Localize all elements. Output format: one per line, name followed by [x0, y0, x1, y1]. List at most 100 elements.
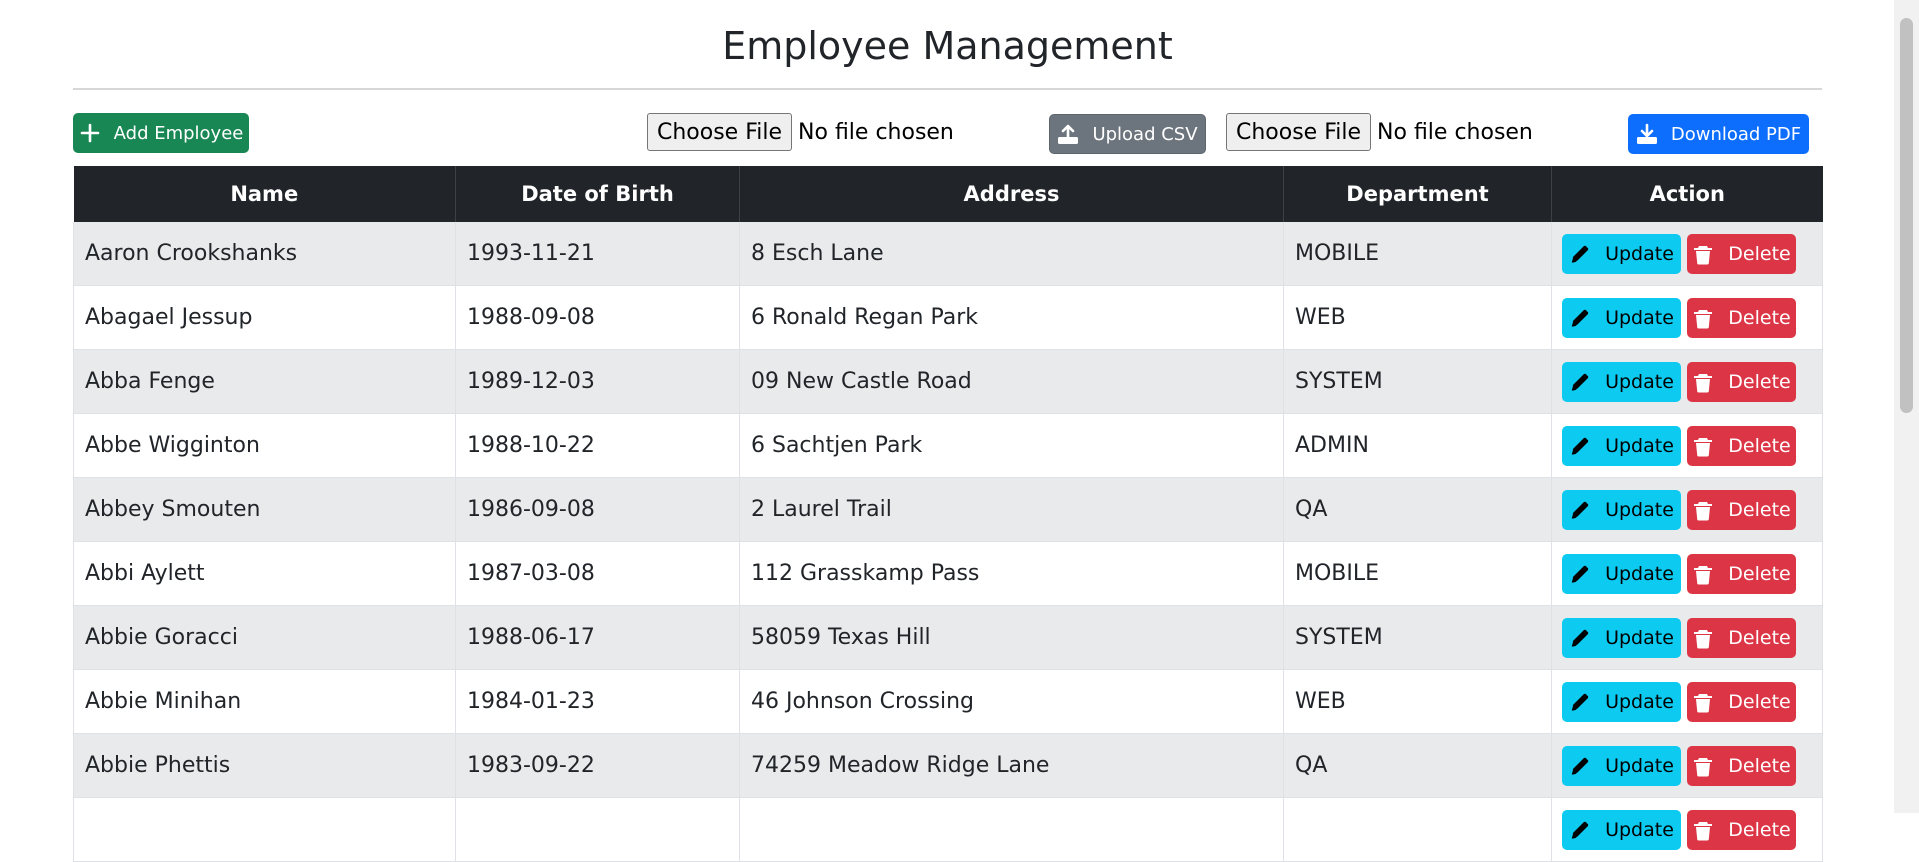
column-header-department: Department	[1283, 166, 1552, 222]
cell-department: ADMIN	[1283, 413, 1552, 478]
delete-button[interactable]: Delete	[1687, 297, 1796, 338]
choose-file-button-2[interactable]: Choose File	[1226, 113, 1372, 151]
column-header-dob: Date of Birth	[455, 166, 740, 222]
file-status-2: No file chosen	[1377, 119, 1533, 145]
trash-icon	[1692, 755, 1714, 777]
update-button[interactable]: Update	[1562, 489, 1681, 530]
upload-icon	[1057, 123, 1079, 145]
file-input-1[interactable]: Choose File No file chosen	[647, 112, 954, 152]
cell-address	[739, 797, 1284, 862]
update-button[interactable]: Update	[1562, 233, 1681, 274]
scrollbar-thumb[interactable]	[1900, 18, 1913, 413]
cell-dob: 1988-06-17	[455, 605, 740, 670]
table-row: Abba Fenge 1989-12-03 09 New Castle Road SY…	[73, 349, 1823, 414]
cell-action: Update Delete	[1551, 413, 1823, 478]
cell-dob: 1983-09-22	[455, 733, 740, 798]
delete-button[interactable]: Delete	[1687, 617, 1796, 658]
column-header-action: Action	[1551, 166, 1823, 222]
delete-button[interactable]: Delete	[1687, 681, 1796, 722]
update-label: Update	[1605, 498, 1674, 521]
update-label: Update	[1605, 562, 1674, 585]
delete-button[interactable]: Delete	[1687, 809, 1796, 850]
cell-address: 6 Ronald Regan Park	[739, 285, 1284, 350]
delete-button[interactable]: Delete	[1687, 553, 1796, 594]
table-header-row: Name Date of Birth Address Department Ac…	[73, 166, 1823, 222]
table-row: Abbie Minihan 1984-01-23 46 Johnson Crossi…	[73, 669, 1823, 734]
cell-address: 46 Johnson Crossing	[739, 669, 1284, 734]
delete-label: Delete	[1728, 562, 1791, 585]
cell-name: Abbi Aylett	[73, 541, 456, 606]
cell-name: Abagael Jessup	[73, 285, 456, 350]
update-button[interactable]: Update	[1562, 361, 1681, 402]
download-pdf-button[interactable]: Download PDF	[1628, 114, 1809, 154]
choose-file-button-1[interactable]: Choose File	[647, 113, 793, 151]
update-button[interactable]: Update	[1562, 425, 1681, 466]
cell-action: Update Delete	[1551, 222, 1823, 286]
delete-button[interactable]: Delete	[1687, 745, 1796, 786]
cell-address: 74259 Meadow Ridge Lane	[739, 733, 1284, 798]
file-status-1: No file chosen	[798, 119, 954, 145]
add-employee-button[interactable]: Add Employee	[73, 113, 249, 153]
file-input-2[interactable]: Choose File No file chosen	[1226, 112, 1533, 152]
cell-action: Update Delete	[1551, 541, 1823, 606]
vertical-scrollbar[interactable]	[1894, 0, 1919, 813]
update-button[interactable]: Update	[1562, 809, 1681, 850]
cell-action: Update Delete	[1551, 733, 1823, 798]
cell-name: Abba Fenge	[73, 349, 456, 414]
cell-department: WEB	[1283, 669, 1552, 734]
pencil-icon	[1569, 563, 1591, 585]
cell-department: WEB	[1283, 285, 1552, 350]
update-label: Update	[1605, 306, 1674, 329]
column-header-name: Name	[73, 166, 456, 222]
cell-action: Update Delete	[1551, 669, 1823, 734]
cell-address: 2 Laurel Trail	[739, 477, 1284, 542]
update-button[interactable]: Update	[1562, 617, 1681, 658]
download-pdf-label: Download PDF	[1670, 123, 1802, 145]
cell-department: MOBILE	[1283, 222, 1552, 286]
table-row: Abbi Aylett 1987-03-08 112 Grasskamp Pass M…	[73, 541, 1823, 606]
delete-button[interactable]: Delete	[1687, 361, 1796, 402]
page-title: Employee Management	[722, 24, 1173, 68]
table-row: Update Delete	[73, 797, 1823, 862]
download-icon	[1636, 123, 1658, 145]
table-row: Abagael Jessup 1988-09-08 6 Ronald Regan P…	[73, 285, 1823, 350]
cell-dob: 1987-03-08	[455, 541, 740, 606]
delete-button[interactable]: Delete	[1687, 425, 1796, 466]
trash-icon	[1692, 435, 1714, 457]
update-button[interactable]: Update	[1562, 681, 1681, 722]
table-row: Abbe Wigginton 1988-10-22 6 Sachtjen Park A…	[73, 413, 1823, 478]
delete-label: Delete	[1728, 306, 1791, 329]
update-label: Update	[1605, 370, 1674, 393]
table-row: Abbie Phettis 1983-09-22 74259 Meadow Ridg…	[73, 733, 1823, 798]
update-label: Update	[1605, 434, 1674, 457]
delete-button[interactable]: Delete	[1687, 489, 1796, 530]
cell-name	[73, 797, 456, 862]
update-button[interactable]: Update	[1562, 745, 1681, 786]
title-divider	[73, 88, 1822, 90]
cell-department: MOBILE	[1283, 541, 1552, 606]
cell-dob: 1993-11-21	[455, 222, 740, 286]
pencil-icon	[1569, 499, 1591, 521]
upload-csv-button[interactable]: Upload CSV	[1049, 114, 1206, 154]
plus-icon	[79, 122, 101, 144]
cell-action: Update Delete	[1551, 797, 1823, 862]
pencil-icon	[1569, 435, 1591, 457]
table-body: Aaron Crookshanks 1993-11-21 8 Esch Lane MO…	[73, 222, 1823, 862]
cell-action: Update Delete	[1551, 285, 1823, 350]
cell-name: Abbe Wigginton	[73, 413, 456, 478]
cell-department: QA	[1283, 733, 1552, 798]
table-row: Abbie Goracci 1988-06-17 58059 Texas Hill S…	[73, 605, 1823, 670]
update-label: Update	[1605, 818, 1674, 841]
cell-department: SYSTEM	[1283, 605, 1552, 670]
update-label: Update	[1605, 626, 1674, 649]
update-label: Update	[1605, 242, 1674, 265]
trash-icon	[1692, 371, 1714, 393]
trash-icon	[1692, 563, 1714, 585]
update-button[interactable]: Update	[1562, 297, 1681, 338]
cell-address: 8 Esch Lane	[739, 222, 1284, 286]
delete-label: Delete	[1728, 242, 1791, 265]
delete-button[interactable]: Delete	[1687, 233, 1796, 274]
update-button[interactable]: Update	[1562, 553, 1681, 594]
cell-department: QA	[1283, 477, 1552, 542]
cell-dob: 1984-01-23	[455, 669, 740, 734]
